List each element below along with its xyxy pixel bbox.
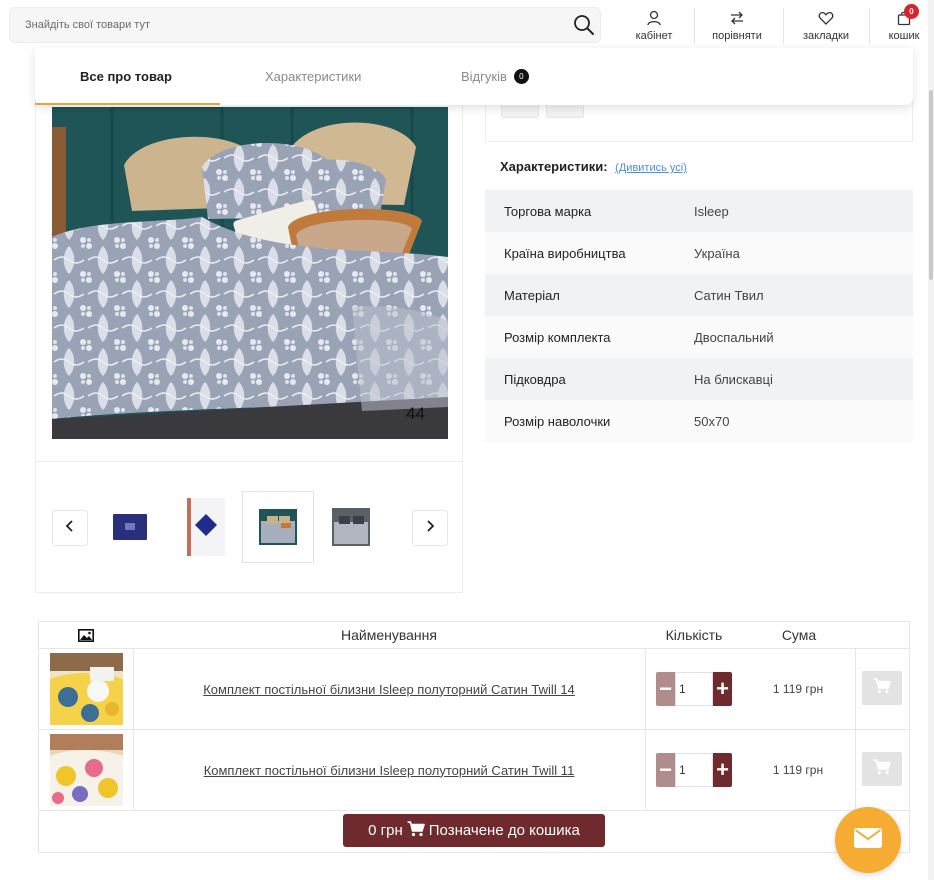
quantity-increase-button[interactable]: + xyxy=(713,753,732,787)
spec-value: Двоспальний xyxy=(694,329,774,345)
chevron-right-icon xyxy=(425,519,435,537)
spec-row: Торгова марка Isleep xyxy=(485,190,913,232)
spec-value: Сатин Твил xyxy=(694,287,764,303)
nav-cart[interactable]: 0 кошик xyxy=(880,0,928,46)
spec-value: На блискавці xyxy=(694,371,773,387)
chat-button[interactable] xyxy=(835,807,901,873)
bundle-table-header: Найменування Кількість Сума xyxy=(39,622,909,649)
spec-key: Країна виробництва xyxy=(504,245,626,261)
gallery-thumb-bed[interactable] xyxy=(315,491,387,563)
spec-row: Підковдра На блискавці xyxy=(485,358,913,400)
selected-total: 0 грн xyxy=(368,822,403,839)
spec-key: Підковдра xyxy=(504,371,566,387)
table-row: Комплект постільної білизни Isleep полут… xyxy=(39,649,909,730)
image-column-icon xyxy=(39,622,133,648)
compare-icon xyxy=(729,10,745,26)
spec-row: Розмір комплекта Двоспальний xyxy=(485,316,913,358)
header-divider xyxy=(694,8,695,44)
bundle-table: Найменування Кількість Сума Комплект пос… xyxy=(38,621,910,853)
add-selected-to-cart-button[interactable]: 0 грн Позначене до кошика xyxy=(343,814,605,847)
product-link[interactable]: Комплект постільної білизни Isleep полут… xyxy=(133,649,645,729)
add-to-cart-button[interactable] xyxy=(862,671,902,705)
cart-count-badge: 0 xyxy=(904,4,919,19)
specs-table: Торгова марка Isleep Країна виробництва … xyxy=(485,190,913,442)
spec-value: Україна xyxy=(694,245,740,261)
quantity-decrease-button[interactable]: − xyxy=(656,672,675,706)
specs-heading: Характеристики: (Дивитись усі) xyxy=(500,159,687,174)
quantity-input[interactable] xyxy=(675,753,713,787)
spec-row: Країна виробництва Україна xyxy=(485,232,913,274)
quantity-stepper: − + xyxy=(656,753,732,787)
chevron-left-icon xyxy=(65,519,75,537)
product-thumbnail[interactable] xyxy=(50,653,123,725)
column-name: Найменування xyxy=(341,627,437,643)
spec-key: Розмір комплекта xyxy=(504,329,611,345)
spec-key: Розмір наволочки xyxy=(504,413,611,429)
table-row: Комплект постільної білизни Isleep полут… xyxy=(39,730,909,811)
bag-icon: 0 xyxy=(896,4,919,26)
gallery-thumb-package[interactable] xyxy=(170,491,242,563)
tab-label: Все про товар xyxy=(80,69,172,84)
spec-row: Матеріал Сатин Твил xyxy=(485,274,913,316)
quantity-increase-button[interactable]: + xyxy=(713,672,732,706)
cart-icon xyxy=(873,677,891,699)
specs-title: Характеристики: xyxy=(500,159,608,174)
nav-compare-label: порівняти xyxy=(712,30,762,42)
header-divider xyxy=(783,8,784,44)
tab-characteristics[interactable]: Характеристики xyxy=(265,48,361,105)
thumbs-next-button[interactable] xyxy=(412,510,448,546)
search-icon[interactable] xyxy=(572,13,596,37)
nav-bookmarks[interactable]: закладки xyxy=(792,0,860,46)
photo-label: 44 xyxy=(406,404,425,423)
spec-row: Розмір наволочки 50х70 xyxy=(485,400,913,442)
search-bar xyxy=(9,7,601,43)
cart-icon xyxy=(873,758,891,780)
thumbs-prev-button[interactable] xyxy=(52,510,88,546)
nav-cabinet[interactable]: кабінет xyxy=(626,0,682,46)
product-tabs: Все про товар Характеристики Відгуків 0 xyxy=(35,48,913,105)
tab-label: Характеристики xyxy=(265,69,362,84)
nav-cart-label: кошик xyxy=(888,30,920,42)
row-sum: 1 119 грн xyxy=(772,682,824,696)
nav-cabinet-label: кабінет xyxy=(635,30,673,42)
user-icon xyxy=(646,10,662,26)
spec-value: Isleep xyxy=(694,203,729,219)
product-link[interactable]: Комплект постільної білизни Isleep полут… xyxy=(133,730,645,810)
quantity-stepper: − + xyxy=(656,672,732,706)
column-sum: Сума xyxy=(781,627,817,643)
nav-bookmarks-label: закладки xyxy=(802,30,849,42)
site-header: кабінет порівняти закладки 0 кошик xyxy=(0,0,934,50)
search-input[interactable] xyxy=(25,8,565,42)
main-product-photo[interactable]: 44 xyxy=(52,107,448,439)
active-tab-indicator xyxy=(35,103,220,105)
row-sum: 1 119 грн xyxy=(772,763,824,777)
quantity-input[interactable] xyxy=(675,672,713,706)
header-divider xyxy=(869,8,870,44)
heart-icon xyxy=(818,10,834,26)
product-gallery: 44 xyxy=(35,50,463,593)
scrollbar-thumb[interactable] xyxy=(929,90,933,280)
nav-compare[interactable]: порівняти xyxy=(702,0,772,46)
spec-value: 50х70 xyxy=(694,413,730,429)
quantity-decrease-button[interactable]: − xyxy=(656,753,675,787)
cart-icon xyxy=(407,820,425,841)
submit-label: Позначене до кошика xyxy=(428,822,580,839)
see-all-specs-link[interactable]: (Дивитись усі) xyxy=(615,162,687,174)
spec-key: Матеріал xyxy=(504,287,560,303)
add-to-cart-button[interactable] xyxy=(862,752,902,786)
spec-key: Торгова марка xyxy=(504,203,592,219)
product-thumbnail[interactable] xyxy=(50,734,123,806)
gallery-divider xyxy=(36,461,462,462)
column-qty: Кількість xyxy=(665,627,723,643)
tab-reviews[interactable]: Відгуків 0 xyxy=(461,48,529,105)
envelope-icon xyxy=(854,827,882,853)
gallery-thumb-box[interactable] xyxy=(94,491,166,563)
gallery-thumb-bed-active[interactable] xyxy=(242,491,314,563)
reviews-count-badge: 0 xyxy=(513,69,529,84)
tab-all-about-product[interactable]: Все про товар xyxy=(80,48,172,105)
tab-label: Відгуків xyxy=(461,69,507,84)
